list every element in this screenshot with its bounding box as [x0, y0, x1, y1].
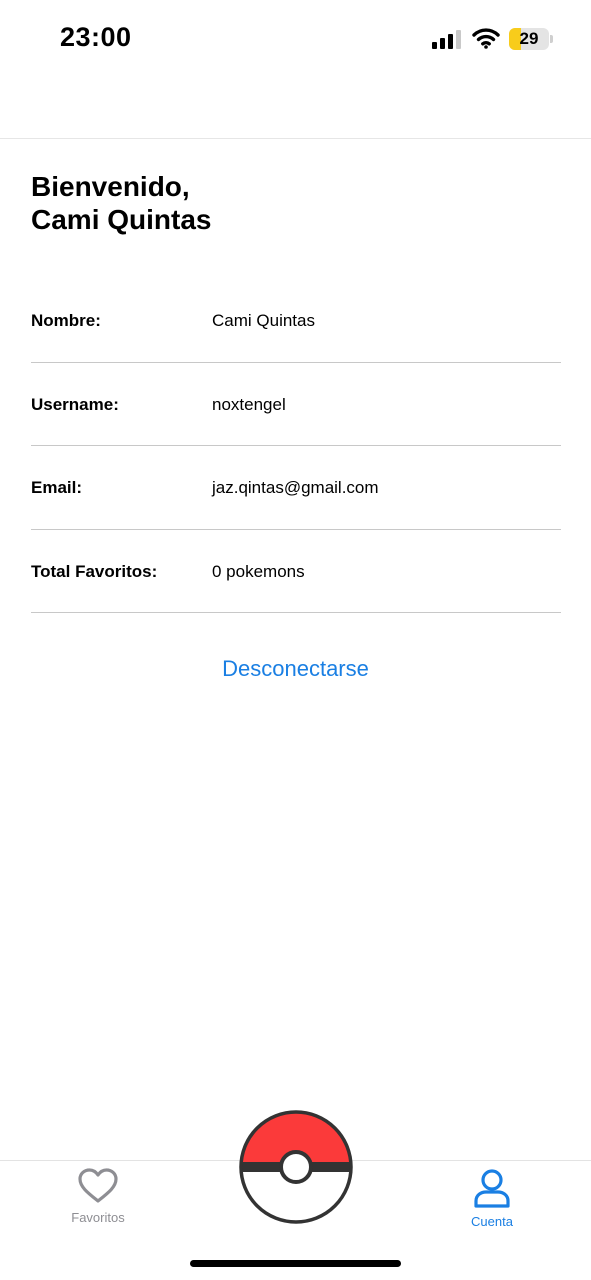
favorites-count-label: Total Favoritos:	[31, 561, 158, 581]
account-screen: 23:00 29 Bienvenido, Cami Quintas Nombre…	[0, 0, 591, 1280]
welcome-heading: Bienvenido, Cami Quintas	[31, 170, 211, 236]
name-label: Nombre:	[31, 311, 101, 330]
person-icon	[474, 1169, 510, 1208]
battery-level: 29	[519, 29, 539, 48]
welcome-line-2: Cami Quintas	[31, 204, 212, 235]
name-value: Cami Quintas	[212, 311, 315, 330]
favorites-count-value: 0 pokemons	[212, 561, 305, 581]
heart-icon	[78, 1168, 118, 1203]
info-row-email: Email: jaz.qintas@gmail.com	[31, 446, 561, 530]
battery-indicator: 29	[509, 28, 549, 50]
tab-cuenta[interactable]: Cuenta	[432, 1168, 552, 1238]
wifi-icon	[472, 28, 500, 49]
username-value: noxtengel	[212, 394, 286, 414]
tab-favoritos-label: Favoritos	[71, 1210, 125, 1225]
welcome-line-1: Bienvenido,	[31, 171, 190, 202]
status-bar: 23:00 29	[0, 0, 591, 80]
account-info-list: Nombre: Cami Quintas Username: noxtengel…	[31, 279, 561, 613]
tab-favoritos[interactable]: Favoritos	[38, 1168, 158, 1238]
email-label: Email:	[31, 478, 83, 497]
pokeball-icon[interactable]	[239, 1110, 353, 1224]
home-indicator[interactable]	[190, 1260, 401, 1267]
battery-nub	[550, 35, 553, 43]
logout-button[interactable]: Desconectarse	[0, 656, 591, 682]
username-label: Username:	[31, 394, 119, 414]
tab-cuenta-label: Cuenta	[471, 1214, 513, 1229]
navbar-divider	[0, 138, 591, 139]
info-row-username: Username: noxtengel	[31, 363, 561, 446]
info-row-name: Nombre: Cami Quintas	[31, 279, 561, 363]
info-row-favorites: Total Favoritos: 0 pokemons	[31, 530, 561, 613]
cellular-signal-icon	[432, 30, 461, 49]
email-value: jaz.qintas@gmail.com	[212, 478, 379, 497]
status-time: 23:00	[60, 22, 132, 52]
